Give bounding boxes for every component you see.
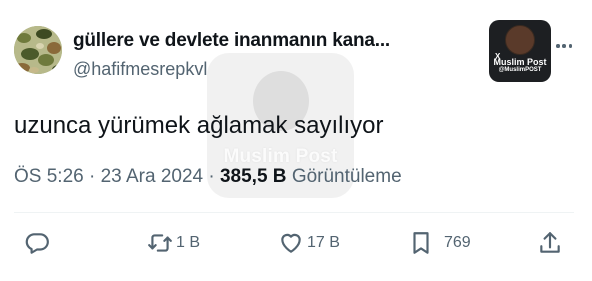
badge-title: Muslim Post xyxy=(493,57,547,67)
retweet-count: 1 B xyxy=(176,234,201,251)
camouflage-avatar-image xyxy=(14,26,62,74)
watermark-text: Muslim Post xyxy=(223,146,338,167)
tweet-date[interactable]: 23 Ara 2024 xyxy=(101,166,203,187)
retweet-icon xyxy=(148,234,172,252)
badge-portrait xyxy=(505,25,535,55)
user-handle[interactable]: @hafifmesrepkvl xyxy=(73,59,207,80)
x-logo-icon: X xyxy=(495,52,501,61)
divider xyxy=(14,212,574,213)
badge-handle: @MuslimPOST xyxy=(498,67,542,73)
muslim-post-badge: X Muslim Post @MuslimPOST xyxy=(489,20,551,82)
tweet-meta: ÖS 5:26 · 23 Ara 2024 · 385,5 B Görüntül… xyxy=(14,166,402,188)
reply-icon xyxy=(25,233,49,254)
bookmark-button[interactable]: 769 xyxy=(408,229,471,257)
share-icon xyxy=(540,232,560,253)
meta-separator: · xyxy=(89,166,96,187)
heart-icon xyxy=(281,233,301,253)
like-count: 17 B xyxy=(307,234,340,251)
bookmark-count: 769 xyxy=(444,234,471,251)
like-button[interactable]: 17 B xyxy=(278,229,340,257)
views-label: Görüntüleme xyxy=(291,166,402,187)
tweet-time[interactable]: ÖS 5:26 xyxy=(14,166,84,187)
retweet-button[interactable]: 1 B xyxy=(147,229,200,257)
more-options-icon[interactable] xyxy=(556,36,572,56)
bookmark-icon xyxy=(413,232,429,254)
reply-button[interactable] xyxy=(24,229,53,257)
avatar[interactable] xyxy=(14,26,62,74)
meta-separator: · xyxy=(208,166,215,187)
share-button[interactable] xyxy=(537,229,566,257)
views-count: 385,5 B xyxy=(219,166,287,187)
tweet-text: uzunca yürümek ağlamak sayılıyor xyxy=(14,112,384,139)
display-name[interactable]: güllere ve devlete inanmanın kana... xyxy=(73,30,390,52)
